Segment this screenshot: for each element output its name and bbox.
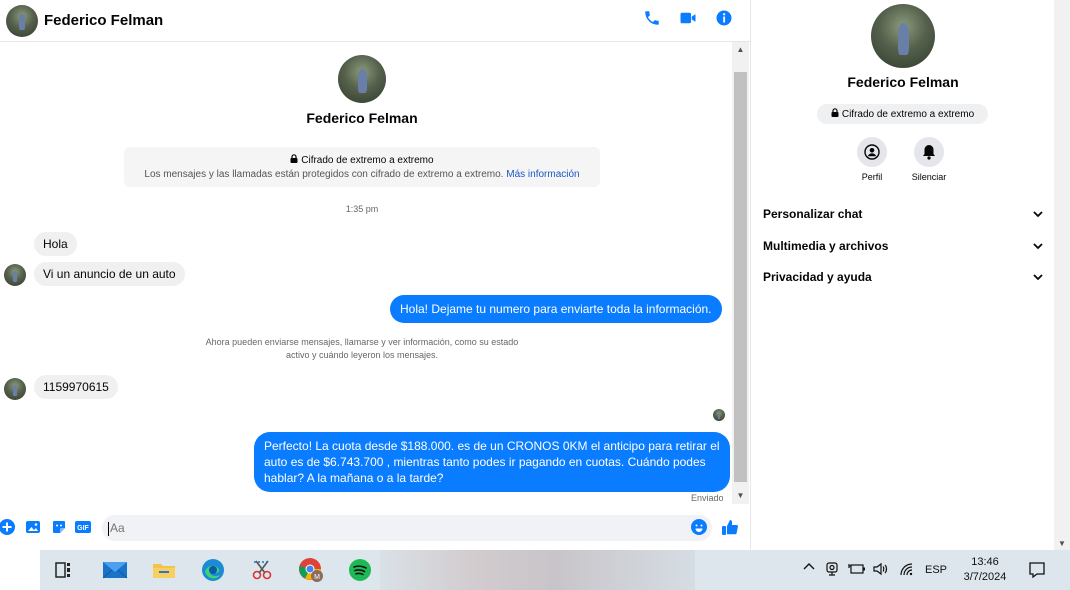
mail-icon[interactable] — [101, 556, 129, 584]
mute-label: Silenciar — [911, 172, 947, 182]
scroll-down-icon[interactable]: ▼ — [732, 488, 749, 502]
notifications-icon[interactable] — [1028, 561, 1046, 582]
lock-icon — [290, 154, 301, 166]
battery-icon[interactable] — [848, 561, 866, 580]
chat-scrollbar[interactable]: ▲ ▼ — [732, 42, 749, 504]
chevron-down-icon — [1033, 207, 1043, 221]
outgoing-message[interactable]: Hola! Dejame tu numero para enviarte tod… — [390, 295, 722, 323]
like-icon[interactable] — [721, 518, 739, 536]
info-note-line: activo y cuándo leyeron los mensajes. — [285, 350, 439, 360]
message-input[interactable] — [102, 515, 712, 541]
emoji-icon[interactable] — [690, 518, 708, 536]
chat-header: Federico Felman — [0, 0, 750, 42]
info-note-line: Ahora pueden enviarse mensajes, llamarse… — [205, 337, 519, 347]
section-customize-chat[interactable]: Personalizar chat — [763, 202, 1043, 226]
info-icon[interactable] — [712, 6, 736, 30]
profile-icon[interactable] — [857, 137, 887, 167]
encryption-badge: Cifrado de extremo a extremo — [817, 104, 988, 124]
outgoing-message[interactable]: Perfecto! La cuota desde $188.000. es de… — [254, 432, 730, 492]
panel-scrollbar[interactable]: ▼ — [1054, 0, 1070, 550]
lock-icon — [831, 108, 839, 120]
gif-icon[interactable]: GIF — [74, 518, 92, 536]
intro-avatar — [338, 55, 386, 103]
message-line: Perfecto! La cuota desde $188.000. es de… — [264, 439, 720, 453]
section-label: Personalizar chat — [763, 207, 863, 221]
text-caret — [108, 522, 109, 536]
more-info-link[interactable]: Más información — [506, 169, 579, 180]
messenger-window: Federico Felman Federico Felman Cifrado … — [0, 0, 1070, 590]
message-status: Enviado — [691, 493, 724, 503]
windows-taskbar: M ESP 13:46 3/7/2024 — [0, 550, 1070, 590]
encryption-badge-label: Cifrado de extremo a extremo — [841, 108, 975, 120]
contact-avatar[interactable] — [6, 4, 38, 37]
encryption-text: Los mensajes y las llamadas están proteg… — [144, 169, 504, 180]
edge-icon[interactable] — [199, 556, 227, 584]
intro-name: Federico Felman — [306, 110, 418, 126]
clock-time: 13:46 — [971, 556, 999, 568]
volume-icon[interactable] — [872, 561, 888, 580]
chrome-icon[interactable]: M — [297, 556, 325, 584]
message-line: hablar? A la mañana o a la tarde? — [264, 471, 444, 485]
message-timestamp: 1:35 pm — [345, 204, 379, 214]
mute-button[interactable]: Silenciar — [899, 137, 959, 182]
section-media-files[interactable]: Multimedia y archivos — [763, 234, 1043, 258]
svg-text:M: M — [314, 574, 320, 581]
meet-now-icon[interactable] — [824, 561, 840, 580]
message-list[interactable]: Federico Felman Cifrado de extremo a ext… — [0, 42, 732, 510]
panel-avatar[interactable] — [871, 4, 935, 68]
incoming-message[interactable]: Hola — [34, 232, 77, 256]
section-label: Privacidad y ayuda — [763, 270, 872, 284]
chevron-up-icon[interactable] — [802, 560, 816, 577]
panel-contact-name: Federico Felman — [847, 74, 959, 90]
contact-name[interactable]: Federico Felman — [44, 12, 163, 29]
scroll-down-icon[interactable]: ▼ — [1054, 536, 1070, 550]
chevron-down-icon — [1033, 270, 1043, 284]
chevron-down-icon — [1033, 239, 1043, 253]
plus-icon[interactable] — [0, 518, 16, 536]
section-label: Multimedia y archivos — [763, 239, 889, 253]
incoming-message[interactable]: 1159970615 — [34, 375, 118, 399]
snipping-tool-icon[interactable] — [248, 556, 276, 584]
image-icon[interactable] — [24, 518, 42, 536]
message-line: auto es de $6.743.700 , mientras tanto p… — [264, 455, 706, 469]
scroll-thumb[interactable] — [734, 72, 747, 482]
encryption-notice: Cifrado de extremo a extremo Los mensaje… — [124, 147, 600, 187]
sender-avatar[interactable] — [4, 378, 26, 400]
clock-date: 3/7/2024 — [963, 571, 1007, 583]
bell-icon[interactable] — [914, 137, 944, 167]
spotify-icon[interactable] — [346, 556, 374, 584]
incoming-message[interactable]: Vi un anuncio de un auto — [34, 262, 185, 286]
language-indicator[interactable]: ESP — [925, 564, 947, 576]
phone-icon[interactable] — [640, 6, 664, 30]
seen-avatar — [713, 409, 725, 421]
conversation-info-panel: Federico Felman Cifrado de extremo a ext… — [750, 0, 1054, 550]
sticker-icon[interactable] — [50, 518, 68, 536]
section-privacy-help[interactable]: Privacidad y ayuda — [763, 265, 1043, 289]
profile-label: Perfil — [861, 172, 883, 182]
composer: GIF — [0, 510, 750, 546]
task-view-icon[interactable] — [50, 556, 78, 584]
scroll-up-icon[interactable]: ▲ — [732, 42, 749, 56]
svg-text:GIF: GIF — [77, 525, 89, 532]
wifi-icon[interactable] — [898, 561, 914, 580]
sender-avatar[interactable] — [4, 264, 26, 286]
file-explorer-icon[interactable] — [150, 556, 178, 584]
video-icon[interactable] — [676, 6, 700, 30]
system-clock[interactable]: 13:46 3/7/2024 — [955, 555, 1015, 585]
profile-button[interactable]: Perfil — [842, 137, 902, 182]
encryption-title: Cifrado de extremo a extremo — [301, 155, 434, 166]
info-note: Ahora pueden enviarse mensajes, llamarse… — [180, 336, 544, 362]
